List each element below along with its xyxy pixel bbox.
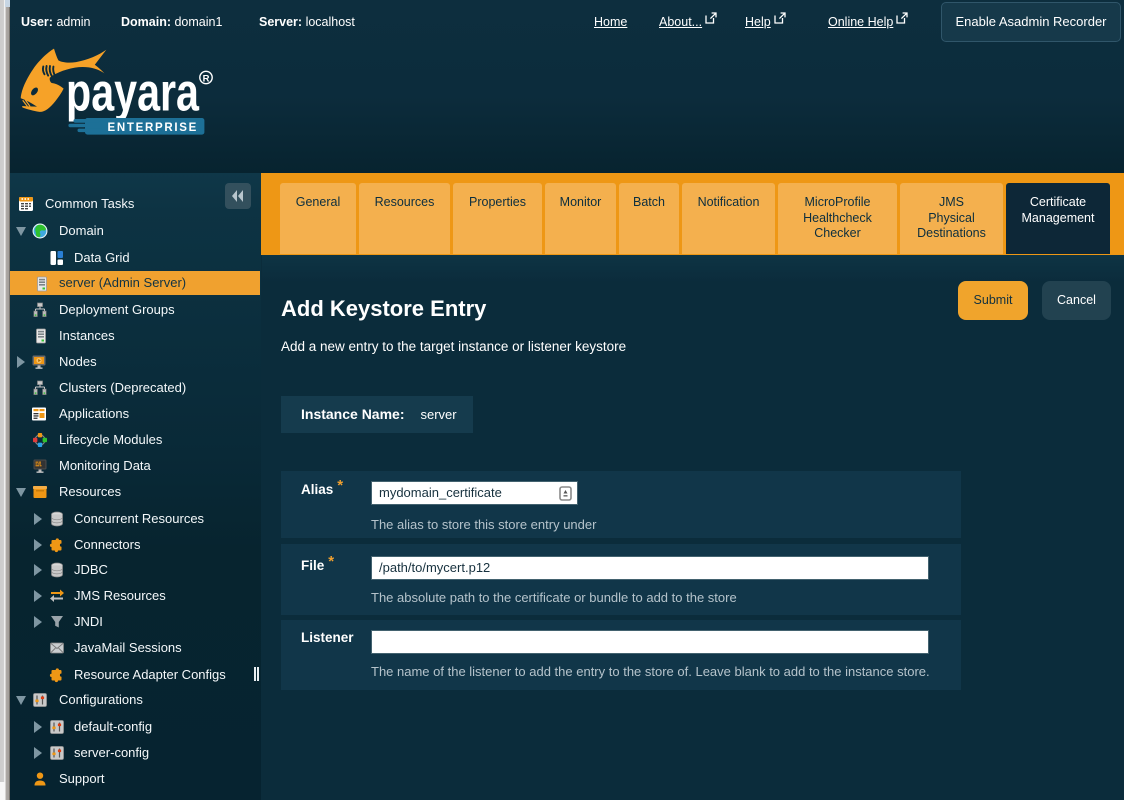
svg-text:R: R	[203, 74, 210, 85]
svg-text:payara: payara	[66, 62, 200, 122]
svg-text:ENTERPRISE: ENTERPRISE	[108, 122, 199, 134]
